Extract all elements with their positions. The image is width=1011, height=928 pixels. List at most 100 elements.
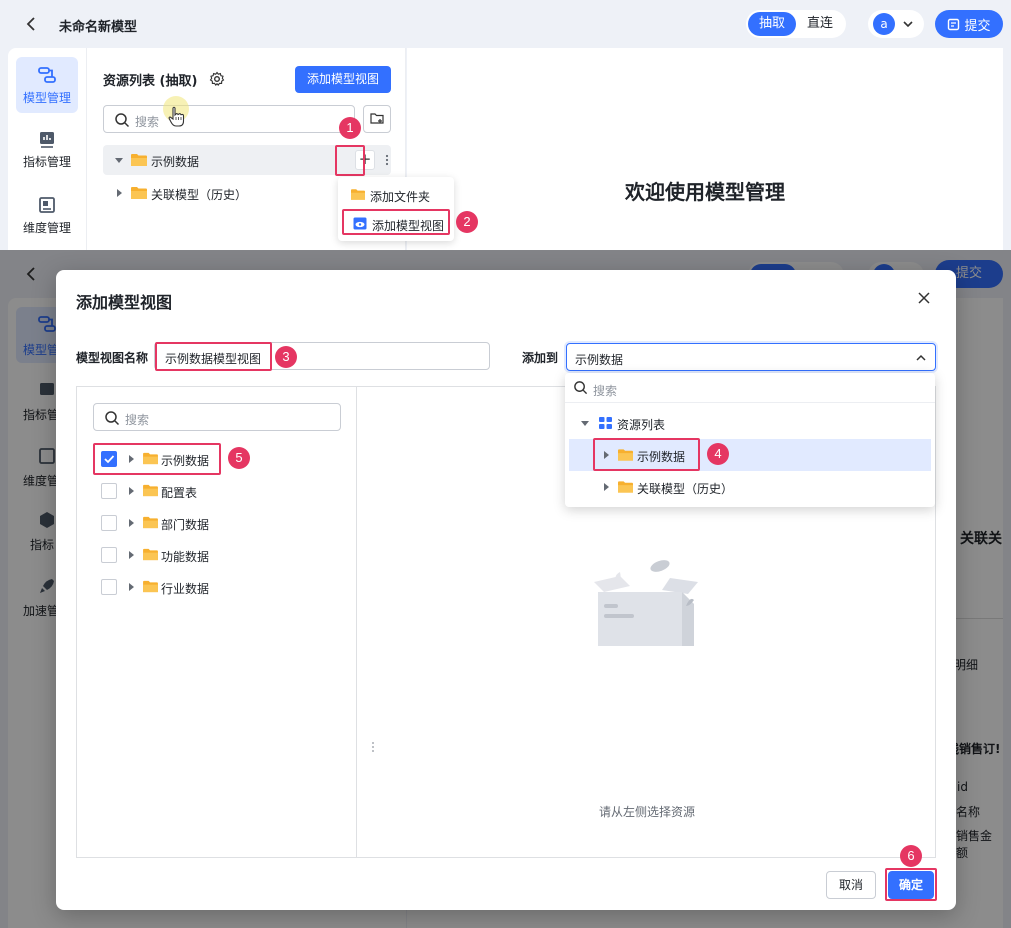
model-icon — [38, 67, 56, 83]
resource-search-input[interactable]: 搜索 — [103, 105, 355, 133]
back-arrow-icon[interactable] — [22, 14, 42, 34]
metric-icon — [40, 132, 54, 148]
checkbox[interactable] — [101, 515, 117, 531]
tree-item[interactable]: 功能数据 — [101, 543, 341, 567]
empty-state-text: 请从左侧选择资源 — [598, 805, 695, 819]
search-icon — [105, 411, 120, 426]
caret-right-icon[interactable] — [127, 551, 135, 559]
tree-label: 行业数据 — [161, 582, 210, 596]
step5-highlight — [93, 443, 221, 475]
top-bar: 未命名新模型 抽取 直连 a 提交 — [0, 0, 1011, 48]
nav-dimension[interactable]: 维度管理 — [16, 187, 78, 243]
search-icon — [574, 381, 588, 395]
nav-model[interactable]: 模型管理 — [16, 57, 78, 113]
step-badge-4: 4 — [707, 443, 729, 465]
folder-icon — [351, 189, 365, 200]
folder-icon — [143, 580, 158, 593]
step-badge-3: 3 — [275, 346, 297, 368]
empty-box-icon — [594, 560, 698, 646]
step6-highlight — [885, 868, 937, 901]
menu-label: 添加模型视图 — [372, 219, 445, 233]
add-model-view-dialog: 添加模型视图 模型视图名称 示例数据模型视图 添加到 示例数据 搜索 示例数据 — [56, 270, 956, 910]
caret-right-icon[interactable] — [127, 487, 135, 495]
gear-icon[interactable] — [209, 71, 225, 87]
tree-label: 关联模型（历史） — [151, 188, 248, 202]
menu-add-model-view[interactable]: 添加模型视图 — [342, 209, 450, 235]
folder-icon — [143, 516, 158, 529]
tree-item[interactable]: 配置表 — [101, 479, 341, 503]
checkbox[interactable] — [101, 547, 117, 563]
new-folder-button[interactable] — [363, 105, 391, 133]
add-to-label: 添加到 — [522, 351, 559, 365]
tree-search-input[interactable]: 搜索 — [93, 403, 341, 431]
model-editor-top: 未命名新模型 抽取 直连 a 提交 模型管理 指标管理 维度管理 资源列表 (抽… — [0, 0, 1011, 250]
tree-label: 示例数据 — [151, 155, 200, 169]
menu-label: 添加文件夹 — [370, 190, 431, 204]
dropdown-root[interactable]: 资源列表 — [569, 407, 931, 439]
context-menu: 添加文件夹 添加模型视图 — [338, 177, 454, 241]
step-badge-6: 6 — [900, 845, 922, 867]
caret-right-icon[interactable] — [127, 519, 135, 527]
step-badge-1: 1 — [339, 117, 361, 139]
folder-icon — [131, 187, 147, 199]
tree-label: 功能数据 — [161, 550, 210, 564]
caret-right-icon[interactable] — [127, 583, 135, 591]
submit-button[interactable]: 提交 — [935, 10, 1003, 38]
chevron-down-icon — [903, 21, 913, 28]
search-icon — [115, 113, 130, 128]
folder-icon — [618, 481, 633, 493]
tree-label: 配置表 — [161, 486, 198, 500]
tree-item[interactable]: 部门数据 — [101, 511, 341, 535]
checkbox[interactable] — [101, 579, 117, 595]
folder-icon — [143, 484, 158, 497]
add-model-view-button[interactable]: 添加模型视图 — [295, 66, 391, 93]
view-name-label: 模型视图名称 — [76, 351, 149, 365]
tree-item[interactable]: 行业数据 — [101, 575, 341, 599]
checkbox[interactable] — [101, 483, 117, 499]
model-view-icon — [353, 217, 367, 230]
step-badge-5: 5 — [228, 447, 250, 469]
menu-add-folder[interactable]: 添加文件夹 — [342, 182, 450, 208]
user-menu[interactable]: a — [868, 10, 924, 38]
dropdown-label: 关联模型（历史） — [637, 482, 734, 496]
hand-cursor-icon — [168, 106, 185, 127]
mode-direct[interactable]: 直连 — [796, 12, 844, 36]
left-nav: 模型管理 指标管理 维度管理 — [8, 48, 86, 250]
folder-add-icon — [370, 113, 384, 124]
select-value: 示例数据 — [575, 353, 624, 367]
cancel-button[interactable]: 取消 — [826, 871, 876, 899]
resource-list-title: 资源列表 (抽取) — [103, 74, 198, 89]
caret-right-icon[interactable] — [602, 483, 610, 491]
step-badge-2: 2 — [456, 211, 478, 233]
dropdown-search-input[interactable]: 搜索 — [565, 373, 935, 403]
mode-extract[interactable]: 抽取 — [748, 12, 796, 36]
folder-icon — [131, 154, 147, 166]
chevron-up-icon — [916, 354, 926, 361]
search-placeholder: 搜索 — [593, 384, 618, 398]
model-title: 未命名新模型 — [59, 20, 138, 35]
nav-metric[interactable]: 指标管理 — [16, 121, 78, 177]
step4-highlight — [593, 438, 700, 471]
search-placeholder: 搜索 — [125, 413, 150, 427]
mode-toggle[interactable]: 抽取 直连 — [746, 10, 846, 38]
submit-label: 提交 — [964, 18, 991, 34]
add-to-select[interactable]: 示例数据 — [566, 343, 936, 371]
caret-down-icon[interactable] — [115, 156, 123, 164]
caret-right-icon[interactable] — [115, 189, 123, 197]
welcome-pane: 欢迎使用模型管理 — [407, 48, 1003, 250]
nav-label: 维度管理 — [22, 221, 71, 235]
submit-icon — [948, 18, 960, 30]
dimension-icon — [39, 197, 55, 213]
step3-highlight — [155, 342, 272, 371]
dropdown-label: 资源列表 — [617, 418, 666, 432]
tree-label: 部门数据 — [161, 518, 210, 532]
dialog-title: 添加模型视图 — [76, 293, 173, 312]
folder-icon — [143, 548, 158, 561]
avatar: a — [873, 13, 895, 35]
resource-list-icon — [599, 417, 612, 429]
dropdown-item[interactable]: 关联模型（历史） — [569, 471, 931, 503]
resize-handle-icon[interactable] — [371, 741, 375, 753]
more-icon[interactable] — [384, 152, 390, 168]
caret-down-icon[interactable] — [581, 419, 589, 427]
close-icon[interactable] — [916, 290, 932, 306]
